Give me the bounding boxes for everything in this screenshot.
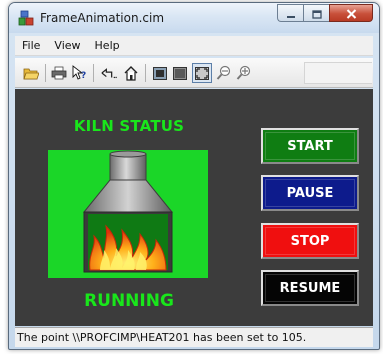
- status-bar: The point \\PROFCIMP\HEAT201 has been se…: [15, 327, 373, 347]
- back-icon[interactable]: [101, 65, 117, 81]
- button-bevel: [265, 227, 355, 255]
- menu-file[interactable]: File: [15, 39, 47, 52]
- toolbar-separator: [145, 64, 146, 82]
- button-bevel: [265, 132, 355, 160]
- close-button[interactable]: [329, 4, 373, 22]
- menu-help[interactable]: Help: [88, 39, 127, 52]
- view-fit-icon[interactable]: [192, 63, 212, 83]
- toolbar-separator: [93, 64, 94, 82]
- toolbar-separator: [45, 64, 46, 82]
- open-folder-icon[interactable]: [23, 65, 39, 81]
- button-bevel: [265, 179, 355, 207]
- minimize-button[interactable]: [277, 4, 303, 22]
- maximize-icon: [311, 4, 322, 23]
- zoom-in-icon[interactable]: [236, 65, 252, 81]
- kiln-illustration: [82, 150, 174, 273]
- kiln-graphic: [48, 150, 208, 278]
- resume-button[interactable]: RESUME: [261, 270, 359, 306]
- button-bevel: [265, 274, 355, 302]
- screen-canvas: KILN STATUS RUNNING START PAUSE STOP RES…: [15, 89, 373, 326]
- kiln-status-title: KILN STATUS: [73, 117, 185, 135]
- minimize-icon: [286, 4, 296, 23]
- context-help-icon[interactable]: ?: [71, 65, 87, 81]
- toolbar: ?: [15, 58, 373, 88]
- pause-button[interactable]: PAUSE: [261, 175, 359, 211]
- status-message: The point \\PROFCIMP\HEAT201 has been se…: [17, 331, 307, 344]
- view-medium-icon[interactable]: [172, 65, 188, 81]
- print-icon[interactable]: [51, 65, 67, 81]
- window-title: FrameAnimation.cim: [40, 11, 165, 25]
- caption-buttons: [277, 4, 373, 22]
- kiln-running-status: RUNNING: [84, 291, 174, 311]
- cimplicity-app-icon: [18, 10, 34, 26]
- maximize-button[interactable]: [303, 4, 329, 22]
- view-small-icon[interactable]: [152, 65, 168, 81]
- home-icon[interactable]: [123, 65, 139, 81]
- close-icon: [346, 4, 357, 23]
- menu-view[interactable]: View: [47, 39, 87, 52]
- toolbar-empty-area: [304, 62, 372, 84]
- stop-button[interactable]: STOP: [261, 223, 359, 259]
- title-bar[interactable]: FrameAnimation.cim: [9, 3, 379, 33]
- zoom-out-icon[interactable]: [216, 65, 232, 81]
- start-button[interactable]: START: [261, 128, 359, 164]
- menu-bar: File View Help: [15, 36, 373, 56]
- app-window: FrameAnimation.cim File View Help ? KILN…: [8, 2, 380, 350]
- svg-text:?: ?: [81, 71, 86, 81]
